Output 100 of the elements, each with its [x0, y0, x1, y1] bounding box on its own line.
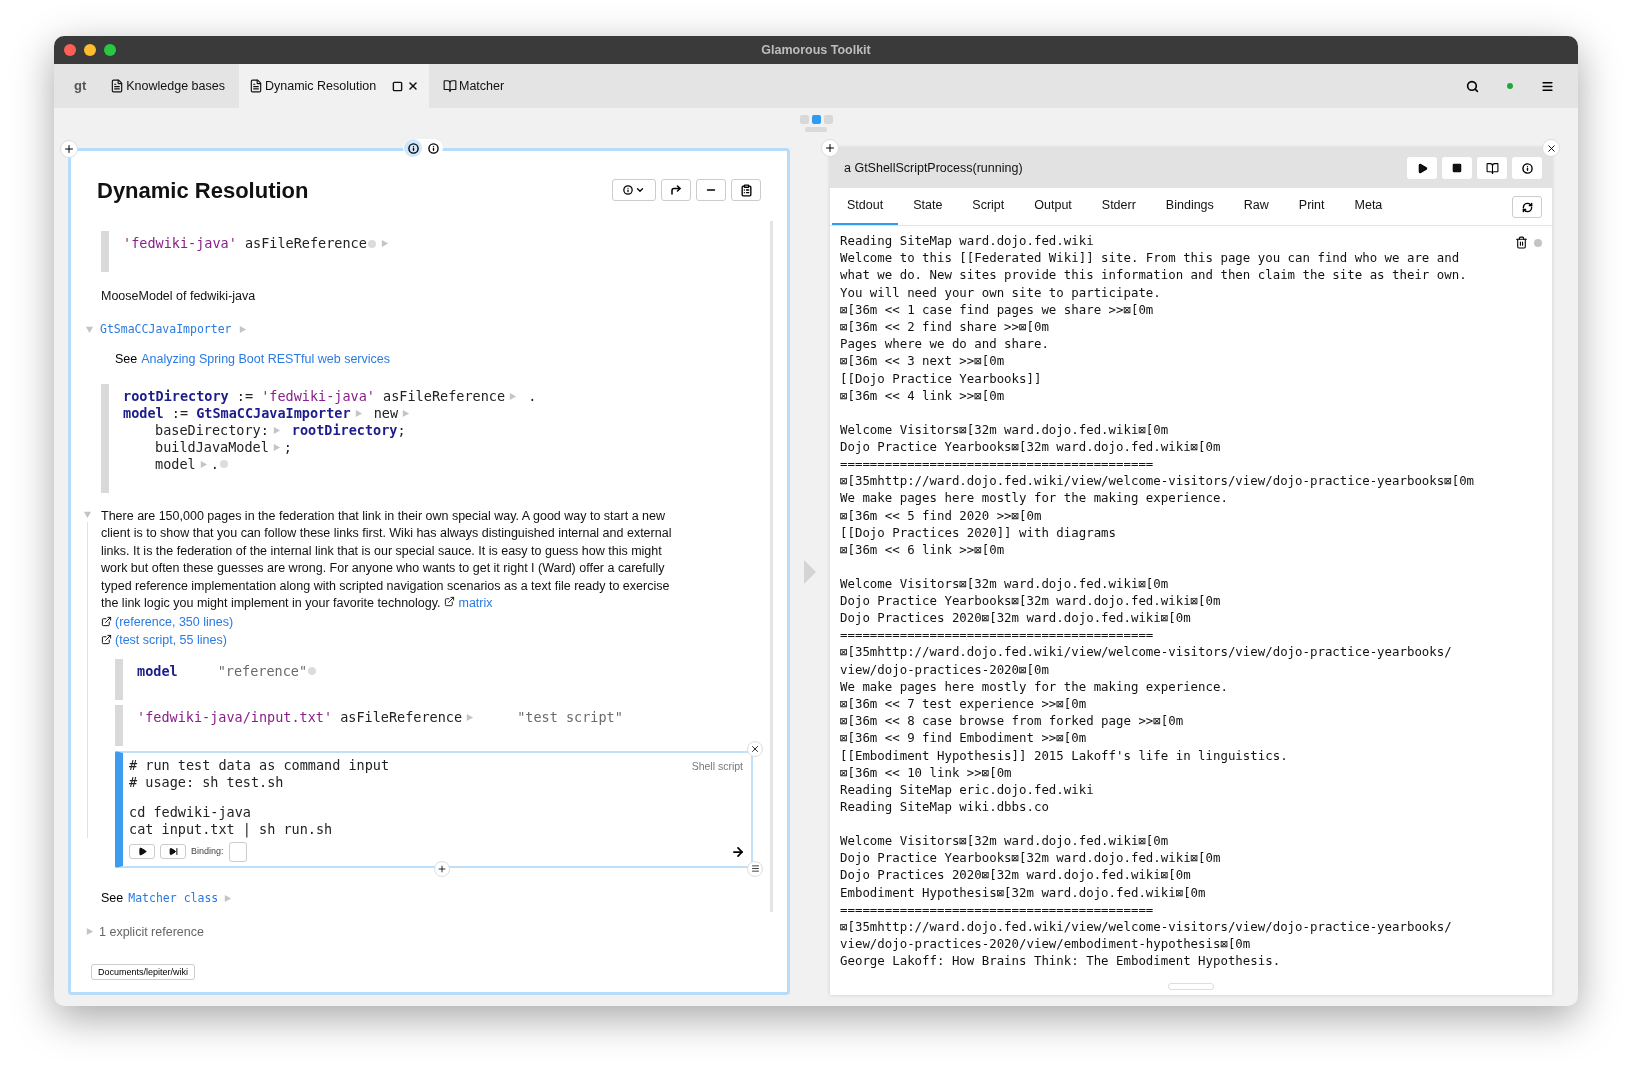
- info-dropdown-button[interactable]: [612, 179, 656, 201]
- info-icon: [623, 185, 633, 195]
- tab[interactable]: Knowledge bases: [104, 64, 231, 108]
- class-link[interactable]: Matcher class: [128, 889, 219, 907]
- zoom-window-button[interactable]: [104, 44, 116, 56]
- add-snippet-button[interactable]: [434, 860, 450, 877]
- view-tab[interactable]: Bindings: [1150, 188, 1229, 225]
- add-button[interactable]: [821, 139, 839, 157]
- clipboard-icon: [739, 183, 753, 197]
- view-tab[interactable]: Raw: [1228, 188, 1284, 225]
- info-button[interactable]: [1512, 157, 1542, 179]
- info-toggle[interactable]: [404, 139, 422, 157]
- book-icon: [1485, 161, 1499, 175]
- view-tab[interactable]: Meta: [1339, 188, 1398, 225]
- close-icon: [750, 743, 760, 754]
- clipboard-button[interactable]: [731, 179, 761, 201]
- refresh-button[interactable]: [1512, 196, 1542, 218]
- status-indicator: [1534, 239, 1542, 247]
- output-line: [[Dojo Practice Yearbooks]]: [840, 369, 1042, 387]
- output-line: view/dojo-practices-2020⊠[0m: [840, 660, 1049, 678]
- close-window-button[interactable]: [64, 44, 76, 56]
- trash-icon[interactable]: [1515, 236, 1528, 249]
- code-text: baseDirectory:: [155, 421, 269, 439]
- view-tab[interactable]: State: [898, 188, 958, 225]
- close-button[interactable]: [747, 740, 763, 757]
- output-line: ⊠[36m << 2 find share >>⊠[0m: [840, 318, 1049, 336]
- close-icon[interactable]: [406, 80, 419, 92]
- output-line: Dojo Practice Yearbooks⊠[32m ward.dojo.fed.wiki⊠[0m: [840, 849, 1221, 867]
- code-block[interactable]: 'fedwiki-java' asFileReference: [101, 231, 753, 272]
- output-line: ⊠[36m << 4 link >>⊠[0m: [840, 386, 1005, 405]
- output-line: ⊠[36m << 1 case find pages we share >>⊠[0m: [840, 300, 1154, 318]
- file-link[interactable]: (test script, 55 lines): [115, 630, 227, 649]
- view-tab[interactable]: Print: [1283, 188, 1340, 225]
- references-label[interactable]: 1 explicit reference: [99, 922, 204, 942]
- play-icon: [137, 847, 147, 857]
- tab[interactable]: Matcher: [436, 64, 557, 108]
- collapse-button[interactable]: [696, 179, 726, 201]
- code-block[interactable]: model "reference": [115, 658, 753, 700]
- search-icon[interactable]: [1466, 79, 1479, 93]
- play-icon: [1416, 162, 1428, 174]
- code-text: ;: [283, 438, 292, 456]
- code-text: rootDirectory: [123, 387, 229, 405]
- output-line: ==========================================: [840, 454, 1154, 473]
- view-tab[interactable]: Output: [1019, 188, 1087, 225]
- play-button[interactable]: [1407, 157, 1437, 179]
- resize-handle[interactable]: [1168, 983, 1214, 990]
- output-line: George Lakoff: How Brains Think: The Embodiment Hypothesis.: [840, 952, 1281, 970]
- gt-logo[interactable]: gt: [64, 64, 97, 108]
- see-text: See: [115, 351, 138, 368]
- script-line: cd fedwiki-java: [129, 803, 251, 821]
- file-link[interactable]: (reference, 350 lines): [115, 612, 234, 631]
- page-link[interactable]: Analyzing Spring Boot RESTful web services: [141, 350, 390, 369]
- output-line: ⊠[36m << 8 case browse from forked page >>⊠[0m: [840, 712, 1184, 730]
- refresh-icon: [1521, 201, 1533, 213]
- code-text: 'fedwiki-java/input.txt': [137, 708, 333, 726]
- view-tab[interactable]: Script: [957, 188, 1020, 225]
- paragraph: There are 150,000 pages in the federation that link in their own special way. A good way to start a new client is to show that you can follow these links first. Wiki has always distinguished internal and external links. It is the federation of the internal link that is our special sauce. It is easy to guess how this might work but often these guesses are wrong. For anyone who wants to get it right I (Ward) offer a carefully typed reference implementation along with scripted navigation scenarios as a text file ready to exercise the link logic you might implement in your favorite technology. matrix: [101, 507, 673, 613]
- code-text: model: [155, 455, 196, 473]
- share-icon: [670, 184, 682, 196]
- class-link[interactable]: GtSmaCCJavaImporter: [100, 320, 232, 338]
- page-icon: [248, 79, 263, 93]
- output-line: Welcome Visitors⊠[32m ward.dojo.fed.wiki⊠[0m: [840, 420, 1169, 438]
- info-icon: [427, 142, 439, 154]
- output-line: Pages where we do and share.: [840, 335, 1049, 353]
- add-snippet-icon: [437, 863, 447, 874]
- book-button[interactable]: [1477, 157, 1507, 179]
- process-title: a GtShellScriptProcess(running): [844, 159, 1023, 177]
- file-path-label[interactable]: Documents/lepiter/wiki: [91, 964, 196, 980]
- maximize-icon[interactable]: [391, 80, 403, 92]
- add-button[interactable]: [60, 140, 78, 158]
- external-link-icon: [444, 596, 455, 608]
- editor-language-label: Shell script: [691, 758, 743, 774]
- info-icon: [1521, 162, 1533, 174]
- external-link-icon: [101, 616, 112, 628]
- menu-button[interactable]: [747, 860, 763, 877]
- binding-field[interactable]: [228, 841, 247, 862]
- matrix-link[interactable]: matrix: [458, 596, 493, 611]
- tab[interactable]: Dynamic Resolution: [238, 64, 429, 108]
- output-line: ⊠[35mhttp://ward.dojo.fed.wiki/view/welcome-visitors/view/dojo-practice-yearbooks⊠[0m: [840, 472, 1475, 490]
- code-comment: "reference": [217, 662, 308, 680]
- output-line: You will need your own site to participate.: [840, 283, 1161, 301]
- close-icon: [1545, 142, 1557, 154]
- output-line: We make pages here mostly for the making experience.: [840, 677, 1228, 696]
- code-text: .: [527, 387, 537, 405]
- code-text: ;: [397, 421, 406, 439]
- arrow-right-icon[interactable]: [731, 844, 745, 859]
- code-text: model: [123, 404, 164, 422]
- stop-button[interactable]: [1442, 157, 1472, 179]
- output-line: ⊠[36m << 9 find Embodiment >>⊠[0m: [840, 729, 1087, 747]
- share-button[interactable]: [661, 179, 691, 201]
- view-tab[interactable]: Stdout: [832, 188, 899, 225]
- output-line: Reading SiteMap wiki.dbbs.co: [840, 798, 1049, 816]
- close-button[interactable]: [1542, 139, 1560, 157]
- minimize-window-button[interactable]: [84, 44, 96, 56]
- output-line: ⊠[36m << 6 link >>⊠[0m: [840, 540, 1005, 559]
- code-text: model: [137, 662, 178, 680]
- run-and-inspect-button[interactable]: [160, 844, 186, 860]
- view-tab[interactable]: Stderr: [1086, 188, 1151, 225]
- run-button[interactable]: [129, 844, 155, 860]
- menu-icon[interactable]: [1541, 79, 1554, 93]
